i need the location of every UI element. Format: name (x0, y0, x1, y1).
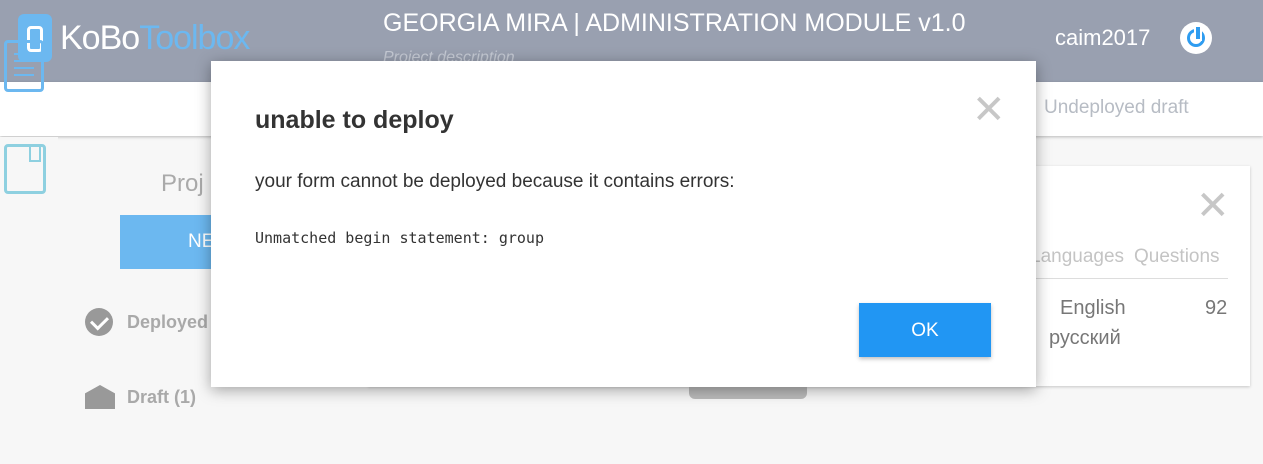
logo-text-kobo: KoBo (60, 18, 140, 57)
check-circle-icon (85, 308, 113, 336)
language-value: English (1060, 297, 1126, 319)
close-icon[interactable]: ✕ (972, 90, 1006, 130)
envelope-open-icon (85, 385, 115, 409)
logo-text-toolbox: Toolbox (139, 18, 250, 57)
username[interactable]: caim2017 (1055, 25, 1150, 51)
forms-icon[interactable] (4, 40, 44, 92)
question-count: 92 (1205, 297, 1228, 319)
kobotoolbox-logo[interactable]: KoBoToolbox (18, 14, 250, 62)
power-icon[interactable] (1180, 22, 1212, 54)
dialog-message: your form cannot be deployed because it … (255, 171, 735, 192)
sidebar-item-draft[interactable]: Draft (1) (85, 385, 196, 409)
language-value: русский (1049, 327, 1121, 349)
sidebar-item-label: Draft (1) (127, 386, 197, 407)
ok-button[interactable]: OK (859, 303, 991, 357)
dialog-title: unable to deploy (255, 106, 454, 134)
project-title[interactable]: GEORGIA MIRA | ADMINISTRATION MODULE v1.… (383, 9, 966, 38)
sidebar-item-deployed[interactable]: Deployed (85, 308, 208, 336)
sidebar-title: Proj (161, 170, 204, 197)
divider (1025, 278, 1228, 279)
error-detail: Unmatched begin statement: group (255, 229, 544, 247)
column-header-languages: Languages (1030, 246, 1125, 267)
deploy-status-label: Undeployed draft (1044, 97, 1189, 118)
close-icon[interactable]: ✕ (1196, 186, 1230, 226)
column-header-questions: Questions (1134, 246, 1220, 267)
library-icon[interactable] (4, 144, 46, 194)
sidebar-item-label: Deployed (127, 311, 209, 332)
